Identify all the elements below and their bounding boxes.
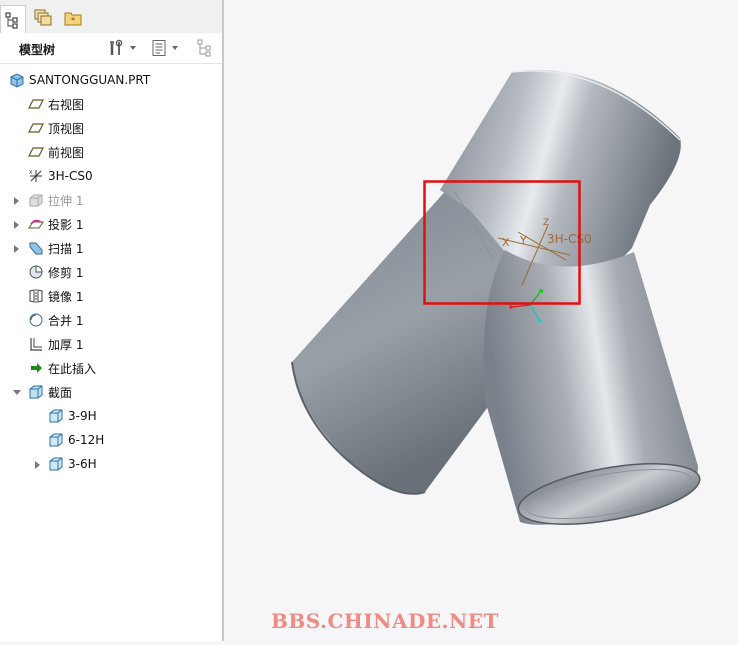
datum-plane-icon xyxy=(28,99,44,109)
tree-item-label: 3H-CS0 xyxy=(48,169,93,183)
tree-item-label: 合并 1 xyxy=(48,313,84,328)
model-tree-panel: * 模型树 SANTONGGUAN.PRT 右视图 顶视图 前视图 X 3H-C… xyxy=(0,0,224,641)
tree-item-label: 拉伸 1 xyxy=(48,193,84,208)
tree-item-section-3-9h[interactable]: 3-9H xyxy=(48,405,97,427)
graphics-viewport[interactable]: X Y Z 3H-CS0 xyxy=(224,0,738,641)
tree-item-label: 镜像 1 xyxy=(48,289,84,304)
section-icon xyxy=(49,409,63,423)
tree-item-sweep[interactable]: 扫描 1 xyxy=(28,237,83,259)
bottom-branch-pipe xyxy=(483,250,701,525)
tree-item-insert-here[interactable]: 在此插入 xyxy=(28,357,96,379)
tree-item-label: 在此插入 xyxy=(48,361,97,376)
mirror-icon xyxy=(29,289,43,303)
collapse-arrow-icon[interactable] xyxy=(13,390,21,395)
section-icon xyxy=(49,433,63,447)
section-folder-icon xyxy=(29,385,43,399)
chevron-down-icon xyxy=(130,46,136,50)
tree-item-label: 修剪 1 xyxy=(48,265,84,280)
tab-model-tree[interactable] xyxy=(0,5,26,33)
settings-button[interactable] xyxy=(108,37,136,59)
tree-filter-icon xyxy=(197,39,211,57)
list-icon xyxy=(152,40,166,56)
watermark-text: BBS.CHINADE.NET xyxy=(271,609,499,633)
extrude-icon xyxy=(29,194,43,207)
tree-item-label: 顶视图 xyxy=(48,121,85,136)
csys-axis-x-label: X xyxy=(502,236,510,249)
tree-item-thicken[interactable]: 加厚 1 xyxy=(28,333,83,355)
part-icon xyxy=(10,73,24,88)
model-render: X Y Z 3H-CS0 xyxy=(291,69,701,525)
coordinate-system-icon: X xyxy=(29,170,42,182)
panel-title: 模型树 xyxy=(19,43,56,57)
tree-item-merge[interactable]: 合并 1 xyxy=(28,309,83,331)
show-button[interactable] xyxy=(150,37,178,59)
trim-icon xyxy=(29,265,43,279)
left-branch-pipe xyxy=(291,186,505,495)
expand-arrow-icon[interactable] xyxy=(14,197,19,205)
datum-plane-icon xyxy=(28,147,44,157)
tree-item-section-3-6h[interactable]: 3-6H xyxy=(48,453,97,475)
tree-item-label: 投影 1 xyxy=(48,217,84,232)
tree-item-label: 扫描 1 xyxy=(48,241,84,256)
insert-here-arrow-icon xyxy=(31,363,42,373)
favorites-folder-icon: * xyxy=(64,12,82,26)
tree-item-label: 6-12H xyxy=(68,433,105,447)
tree-item-label: 加厚 1 xyxy=(48,337,84,352)
tree-item-top-plane[interactable]: 顶视图 xyxy=(28,117,84,139)
projection-icon xyxy=(28,219,44,229)
tree-item-label: 前视图 xyxy=(48,145,85,160)
datum-plane-icon xyxy=(28,123,44,133)
sweep-icon xyxy=(29,242,43,255)
tree-root-label: SANTONGGUAN.PRT xyxy=(29,73,151,87)
tree-filter-button[interactable] xyxy=(196,37,216,59)
tree-item-trim[interactable]: 修剪 1 xyxy=(28,261,83,283)
thicken-icon xyxy=(30,338,42,351)
tree-item-mirror[interactable]: 镜像 1 xyxy=(28,285,83,307)
csys-name-label: 3H-CS0 xyxy=(547,232,592,246)
tree-item-sections[interactable]: 截面 xyxy=(28,381,72,403)
tree-item-label: 截面 xyxy=(48,385,73,400)
expand-arrow-icon[interactable] xyxy=(14,245,19,253)
tree-item-projection[interactable]: 投影 1 xyxy=(28,213,83,235)
section-icon xyxy=(49,457,63,471)
tree-item-csys[interactable]: X 3H-CS0 xyxy=(28,165,93,187)
tab-layers[interactable] xyxy=(30,5,56,31)
model-tree-icon xyxy=(5,11,18,29)
tree-item-front-plane[interactable]: 前视图 xyxy=(28,141,84,163)
navigator-tabbar: * xyxy=(0,0,222,34)
tree-item-section-6-12h[interactable]: 6-12H xyxy=(48,429,104,451)
model-tree-toolbar: 模型树 xyxy=(0,33,222,64)
tree-root[interactable]: SANTONGGUAN.PRT xyxy=(9,69,150,91)
tools-icon xyxy=(110,39,123,55)
expand-arrow-icon[interactable] xyxy=(35,461,40,469)
tree-item-label: 3-6H xyxy=(68,457,97,471)
chevron-down-icon xyxy=(172,46,178,50)
tree-item-label: 右视图 xyxy=(48,97,85,112)
tree-item-right-plane[interactable]: 右视图 xyxy=(28,93,84,115)
tree-item-label: 3-9H xyxy=(68,409,97,423)
svg-text:X: X xyxy=(29,170,33,176)
svg-text:*: * xyxy=(71,16,75,25)
tree-item-extrude[interactable]: 拉伸 1 xyxy=(28,189,83,211)
layers-icon xyxy=(34,9,52,26)
tab-favorites[interactable]: * xyxy=(60,5,86,31)
csys-axis-z-label: Z xyxy=(543,218,549,228)
csys-axis-y-label: Y xyxy=(519,234,527,247)
expand-arrow-icon[interactable] xyxy=(14,221,19,229)
merge-icon xyxy=(29,313,43,327)
